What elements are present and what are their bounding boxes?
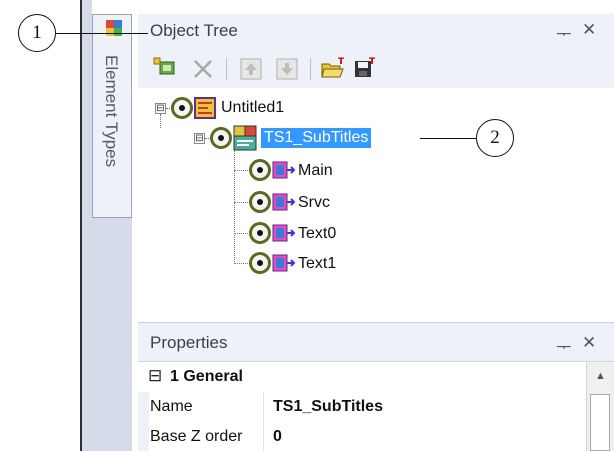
text-element-icon <box>272 193 296 211</box>
text-element-icon <box>272 254 296 272</box>
visibility-eye-icon[interactable] <box>249 191 271 213</box>
expander-toggle[interactable]: ⊟ <box>155 103 166 114</box>
visibility-eye-icon[interactable] <box>171 97 193 119</box>
collapse-category-icon[interactable]: ⊟ <box>148 366 162 386</box>
tree-connector <box>234 263 250 264</box>
close-icon[interactable]: ✕ <box>582 20 596 40</box>
property-value[interactable]: 0 <box>273 428 282 446</box>
visibility-eye-icon[interactable] <box>249 159 271 181</box>
properties-scrollbar[interactable]: ▲ <box>586 362 614 451</box>
callout-1: 1 <box>18 14 56 52</box>
tree-node-label-selected[interactable]: TS1_SubTitles <box>261 128 372 148</box>
composition-icon <box>194 97 216 119</box>
scroll-up-icon[interactable]: ▲ <box>595 370 606 382</box>
object-tree-header: Object Tree ᅮ ✕ <box>138 14 614 51</box>
pin-icon[interactable]: ᅮ <box>556 333 572 358</box>
add-element-icon[interactable] <box>152 56 178 82</box>
element-types-icon <box>106 20 122 36</box>
text-element-icon <box>272 161 296 179</box>
callout-2: 2 <box>476 119 514 157</box>
scroll-thumb[interactable] <box>590 394 610 451</box>
toolbar-separator <box>226 58 227 80</box>
open-template-icon[interactable]: T <box>320 56 346 82</box>
property-name: Base Z order <box>150 428 243 445</box>
visibility-eye-icon[interactable] <box>210 127 232 149</box>
side-strip-lower <box>92 218 132 451</box>
delete-icon[interactable] <box>190 56 216 82</box>
move-down-icon[interactable] <box>274 56 300 82</box>
object-tree-body: ⊟ Untitled1 ⊟ TS1_SubTitles Main Srvc Te… <box>138 88 614 318</box>
close-icon[interactable]: ✕ <box>582 333 596 353</box>
callout-1-leader <box>56 33 148 34</box>
object-tree-toolbar: T T <box>138 50 614 88</box>
property-name: Name <box>150 398 193 415</box>
tree-node-label[interactable]: Srvc <box>298 194 330 212</box>
pin-icon[interactable]: ᅮ <box>556 20 572 45</box>
property-row-name[interactable]: Name TS1_SubTitles <box>138 392 586 422</box>
tab-element-types[interactable]: Element Types <box>92 14 132 218</box>
save-template-icon[interactable]: T <box>352 56 378 82</box>
tree-connector <box>234 170 250 171</box>
tree-node-label[interactable]: Text0 <box>298 225 336 243</box>
svg-text:T: T <box>369 57 376 67</box>
subtitles-element-icon <box>233 125 257 151</box>
toolbar-separator <box>310 58 311 80</box>
properties-title: Properties <box>150 333 228 352</box>
move-up-icon[interactable] <box>238 56 264 82</box>
property-category-general[interactable]: ⊟ 1 General <box>138 362 614 392</box>
tree-node-label[interactable]: Main <box>298 162 333 180</box>
object-tree-title: Object Tree <box>150 21 238 40</box>
text-element-icon <box>272 224 296 242</box>
visibility-eye-icon[interactable] <box>249 252 271 274</box>
tree-node-label[interactable]: Text1 <box>298 255 336 273</box>
property-row-base-z-order[interactable]: Base Z order 0 <box>138 422 586 452</box>
tree-node-label[interactable]: Untitled1 <box>221 99 284 117</box>
callout-2-leader <box>420 138 476 139</box>
tree-connector <box>234 202 250 203</box>
side-strip <box>82 0 92 451</box>
property-category-label: 1 General <box>170 368 243 385</box>
tab-element-types-label: Element Types <box>102 55 121 168</box>
expander-toggle[interactable]: ⊟ <box>194 133 205 144</box>
visibility-eye-icon[interactable] <box>249 222 271 244</box>
tree-connector <box>234 150 235 262</box>
tree-connector <box>160 114 161 128</box>
tree-connector <box>234 233 250 234</box>
svg-text:T: T <box>338 57 345 67</box>
property-value[interactable]: TS1_SubTitles <box>273 398 383 416</box>
properties-header: Properties ᅮ ✕ <box>138 322 614 362</box>
